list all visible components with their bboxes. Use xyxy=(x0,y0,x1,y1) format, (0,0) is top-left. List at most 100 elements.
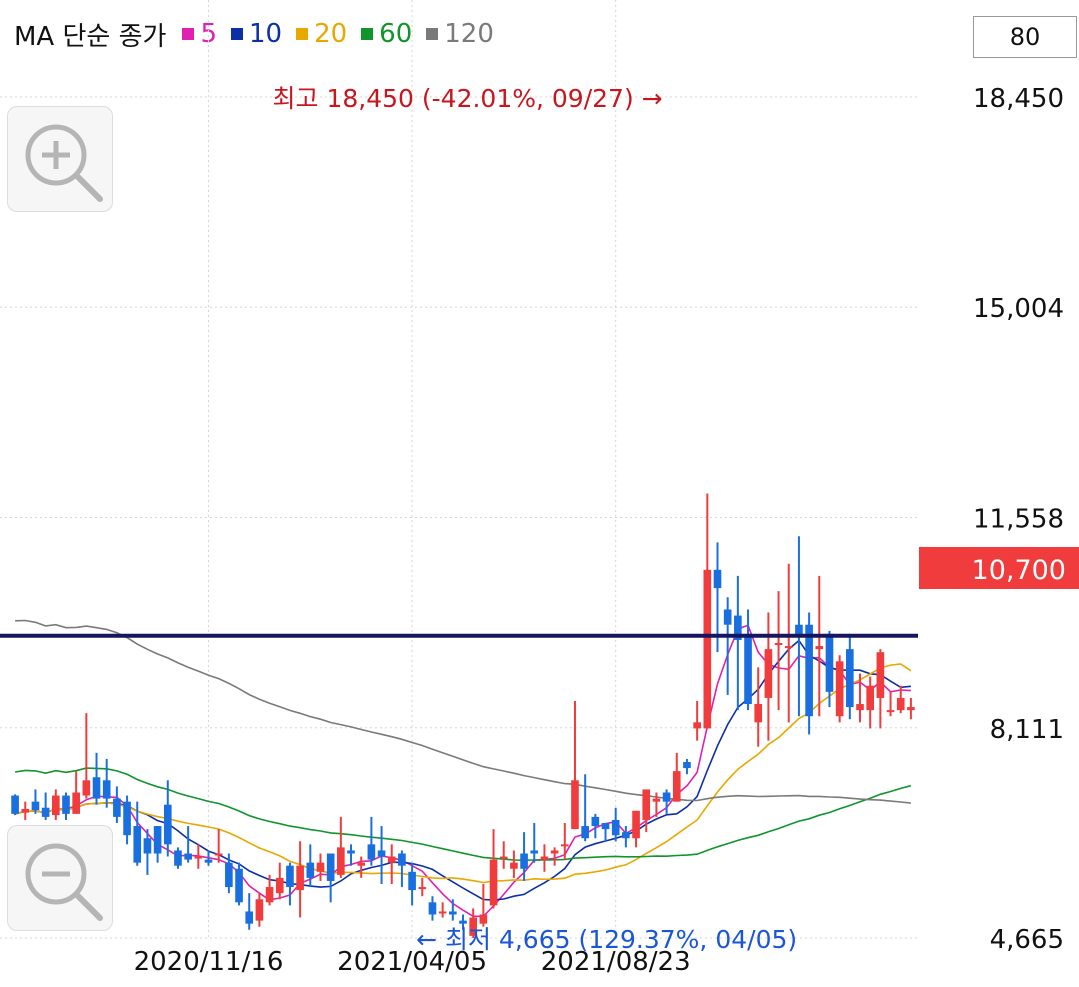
candles xyxy=(11,493,915,938)
candle-body xyxy=(703,569,712,729)
candle-body xyxy=(163,804,172,845)
candle-body xyxy=(449,911,457,915)
candle-body xyxy=(754,704,763,723)
candle-body xyxy=(245,911,254,924)
candle-body xyxy=(398,853,406,866)
candle-body xyxy=(520,853,528,869)
x-tick-label: 2020/11/16 xyxy=(134,947,284,977)
candle-body xyxy=(133,826,142,863)
candlestick-chart[interactable]: 18,45015,00411,5588,1114,665 2020/11/16 2… xyxy=(0,0,1079,987)
candle-body xyxy=(143,838,152,854)
candle-body xyxy=(296,865,304,891)
candle-body xyxy=(204,859,213,863)
low-price-annotation: ← 최저 4,665 (129.37%, 04/05) xyxy=(416,925,797,954)
candle-body xyxy=(286,865,294,888)
candle-body xyxy=(591,816,600,827)
current-price-label: 10,700 xyxy=(972,555,1066,586)
candle-body xyxy=(856,704,864,711)
candle-body xyxy=(316,862,325,872)
candle-body xyxy=(825,633,834,692)
candle-body xyxy=(11,795,19,814)
candle-body xyxy=(581,826,589,839)
candle-body xyxy=(31,801,40,811)
candle-body xyxy=(225,862,233,888)
candle-body xyxy=(550,850,559,854)
ma120-line xyxy=(15,619,911,804)
zoom-in-button[interactable] xyxy=(7,106,113,212)
candle-body xyxy=(387,856,396,863)
candle-body xyxy=(571,780,579,830)
candle-body xyxy=(408,871,416,891)
candle-body xyxy=(153,826,162,854)
candle-body xyxy=(642,789,651,820)
grid-lines xyxy=(0,0,918,939)
y-tick-label: 8,111 xyxy=(990,715,1064,745)
moving-average-lines xyxy=(14,619,912,918)
y-tick-label: 18,450 xyxy=(973,84,1064,114)
ma10-line xyxy=(14,639,911,901)
candle-body xyxy=(632,810,640,839)
candle-body xyxy=(601,822,610,830)
candle-body xyxy=(102,780,111,799)
candle-body xyxy=(123,801,131,836)
zoom-out-button[interactable] xyxy=(7,825,113,931)
candle-body xyxy=(174,850,182,866)
y-tick-label: 4,665 xyxy=(990,925,1064,955)
candle-body xyxy=(876,652,885,698)
candle-body xyxy=(41,807,50,817)
candle-body xyxy=(622,832,630,839)
candle-body xyxy=(347,850,355,854)
candle-body xyxy=(713,569,722,589)
candle-body xyxy=(835,661,844,717)
zoom-in-icon xyxy=(25,124,103,202)
candle-body xyxy=(357,862,366,866)
y-axis: 18,450 15,004 11,558 8,111 4,665 xyxy=(973,84,1064,955)
candle-body xyxy=(896,697,905,711)
candle-body xyxy=(662,792,671,802)
candle-body xyxy=(846,649,854,708)
candle-body xyxy=(438,911,447,914)
candle-body xyxy=(560,844,569,847)
candle-body xyxy=(764,649,773,698)
candle-body xyxy=(428,902,437,915)
candle-body xyxy=(479,914,488,924)
candle-body xyxy=(255,899,264,921)
zoom-out-icon xyxy=(25,843,103,921)
y-tick-label: 15,004 xyxy=(973,294,1064,324)
high-price-annotation: 최고 18,450 (-42.01%, 09/27) → xyxy=(273,84,663,113)
candle-body xyxy=(683,761,691,769)
candle-body xyxy=(113,798,121,817)
candle-body xyxy=(62,795,70,814)
ma5-line xyxy=(14,624,911,918)
candle-body xyxy=(744,633,752,705)
candle-body xyxy=(489,859,498,906)
candle-body xyxy=(337,847,345,875)
candle-body xyxy=(530,850,539,854)
candle-body xyxy=(306,862,315,878)
candle-body xyxy=(235,868,243,903)
candle-body xyxy=(21,808,30,813)
candle-body xyxy=(72,792,80,814)
candle-body xyxy=(815,646,824,650)
candle-body xyxy=(805,624,813,717)
candle-body xyxy=(784,646,793,649)
candle-body xyxy=(265,887,274,903)
candle-body xyxy=(92,777,101,799)
candle-body xyxy=(367,844,376,860)
candle-body xyxy=(51,795,60,816)
candle-body xyxy=(82,780,91,796)
candle-body xyxy=(214,853,223,856)
candle-body xyxy=(326,853,335,881)
candle-body xyxy=(418,887,427,890)
candle-body xyxy=(275,877,284,894)
candle-body xyxy=(774,643,783,646)
candle-body xyxy=(866,685,875,711)
candle-body xyxy=(907,707,915,711)
candle-body xyxy=(377,850,386,857)
candle-body xyxy=(652,798,661,802)
candle-body xyxy=(723,609,732,625)
candle-body xyxy=(184,853,192,860)
candle-body xyxy=(693,722,701,729)
candle-body xyxy=(886,710,895,713)
candle-body xyxy=(510,862,518,869)
